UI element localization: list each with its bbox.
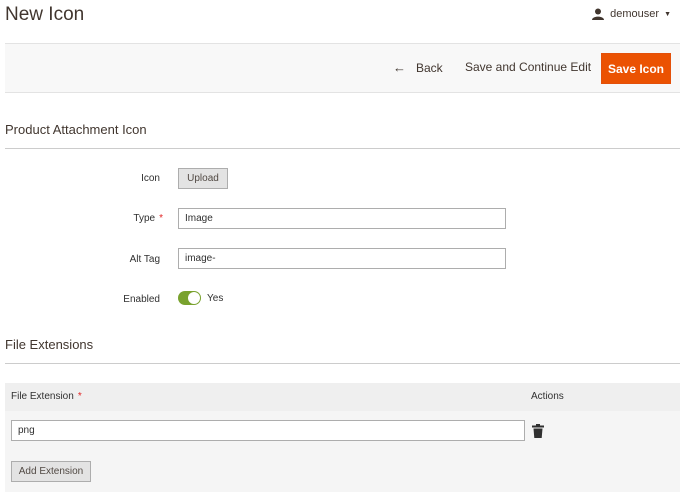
type-label: Type * bbox=[133, 213, 163, 224]
toggle-knob bbox=[188, 292, 200, 304]
add-extension-button[interactable]: Add Extension bbox=[11, 461, 91, 482]
file-extension-input[interactable]: png bbox=[11, 420, 525, 441]
extensions-grid-header: File Extension * Actions bbox=[5, 383, 680, 411]
type-field[interactable]: Image bbox=[178, 208, 506, 229]
arrow-left-icon: ← bbox=[393, 60, 406, 75]
enabled-value: Yes bbox=[207, 293, 224, 304]
divider bbox=[5, 363, 680, 364]
section-title-extensions: File Extensions bbox=[5, 337, 94, 352]
user-name: demouser bbox=[610, 8, 660, 20]
alt-tag-label: Alt Tag bbox=[129, 254, 160, 265]
enabled-toggle[interactable] bbox=[178, 291, 201, 305]
column-header-actions: Actions bbox=[531, 391, 564, 402]
trash-icon[interactable] bbox=[532, 424, 544, 438]
divider bbox=[5, 148, 680, 149]
user-menu[interactable]: demouser ▼ bbox=[592, 8, 671, 20]
extensions-grid-footer bbox=[5, 452, 680, 492]
back-button[interactable]: ← Back bbox=[393, 60, 443, 75]
alt-tag-field[interactable]: image- bbox=[178, 248, 506, 269]
back-button-label: Back bbox=[416, 60, 443, 75]
enabled-label: Enabled bbox=[123, 294, 160, 305]
user-icon bbox=[592, 8, 605, 20]
page-actions-bar: ← Back Save and Continue Edit Save Icon bbox=[5, 43, 680, 93]
section-title-attachment: Product Attachment Icon bbox=[5, 122, 147, 137]
caret-down-icon: ▼ bbox=[664, 10, 671, 18]
save-icon-button[interactable]: Save Icon bbox=[601, 53, 671, 84]
column-header-file-extension: File Extension * bbox=[11, 391, 82, 402]
page-title: New Icon bbox=[5, 4, 85, 25]
upload-button[interactable]: Upload bbox=[178, 168, 228, 189]
save-and-continue-button[interactable]: Save and Continue Edit bbox=[465, 60, 591, 74]
icon-label: Icon bbox=[141, 173, 160, 184]
